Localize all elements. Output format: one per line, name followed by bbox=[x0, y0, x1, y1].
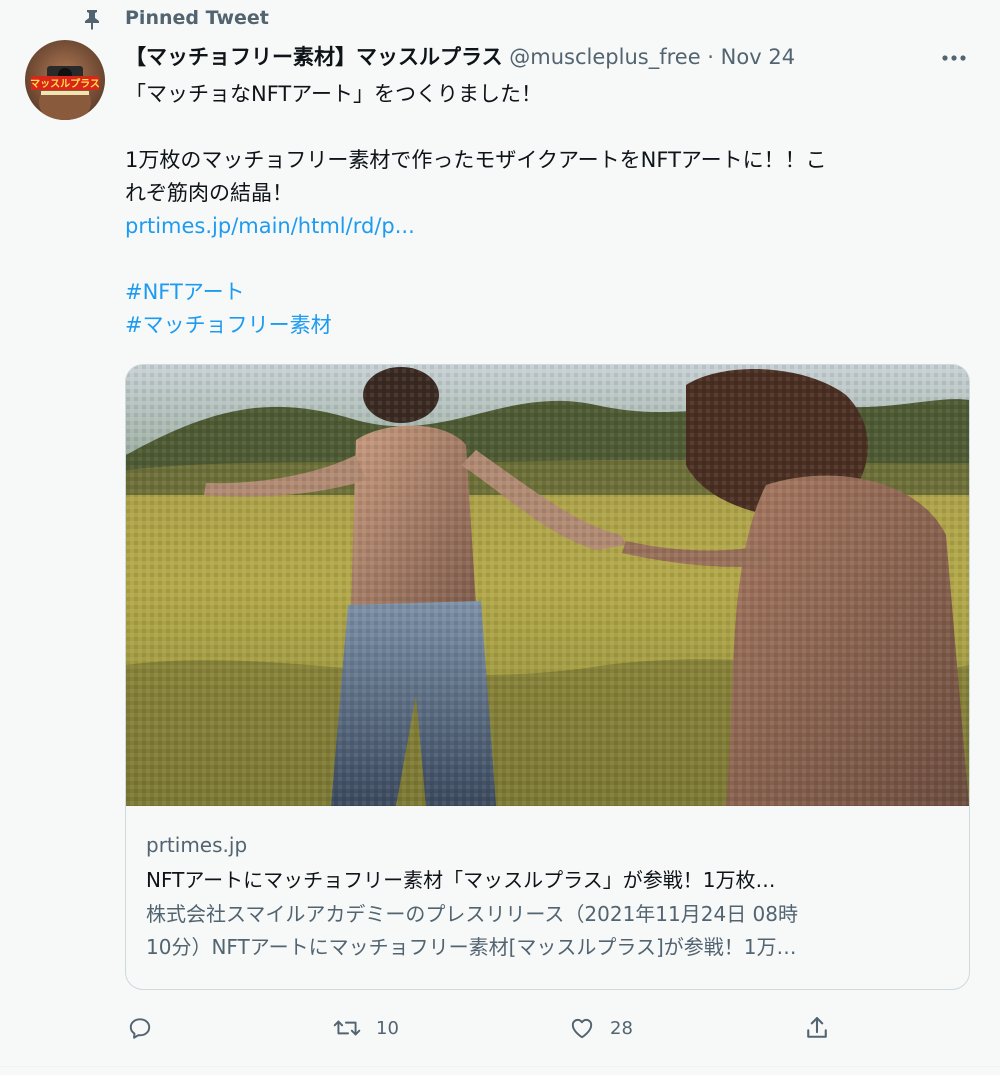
svg-text:マッスルプラス: マッスルプラス bbox=[30, 77, 100, 90]
hashtag-link[interactable]: #NFTアート bbox=[125, 276, 965, 309]
like-icon bbox=[571, 1018, 593, 1039]
tweet-link[interactable]: prtimes.jp/main/html/rd/p... bbox=[125, 210, 965, 243]
more-icon[interactable] bbox=[932, 46, 976, 70]
hashtag-link[interactable]: #マッチョフリー素材 bbox=[125, 309, 965, 342]
retweet-icon bbox=[333, 1020, 361, 1036]
share-button[interactable] bbox=[803, 1008, 831, 1048]
retweet-button[interactable]: 10 bbox=[332, 1008, 399, 1048]
tweet-date[interactable]: Nov 24 bbox=[721, 45, 795, 69]
link-card[interactable]: prtimes.jp NFTアートにマッチョフリー素材「マッスルプラス」が参戦！… bbox=[125, 364, 970, 990]
like-button[interactable]: 28 bbox=[568, 1008, 633, 1048]
pinned-row: Pinned Tweet bbox=[0, 0, 1000, 40]
tweet-text-line: れぞ筋肉の結晶！ bbox=[125, 181, 293, 205]
card-meta: prtimes.jp NFTアートにマッチョフリー素材「マッスルプラス」が参戦！… bbox=[146, 828, 956, 964]
action-bar: 10 28 bbox=[125, 1008, 845, 1048]
card-desc-line: 10分）NFTアートにマッチョフリー素材[マッスルプラス]が参戦！1万… bbox=[146, 935, 797, 959]
user-handle[interactable]: @muscleplus_free bbox=[509, 45, 700, 69]
avatar-image: マッスルプラス bbox=[25, 40, 105, 120]
display-name[interactable]: 【マッチョフリー素材】マッスルプラス bbox=[125, 45, 503, 69]
pin-icon bbox=[85, 10, 99, 30]
card-title: NFTアートにマッチョフリー素材「マッスルプラス」が参戦！1万枚… bbox=[146, 868, 776, 892]
retweet-count: 10 bbox=[376, 1017, 399, 1039]
like-count: 28 bbox=[610, 1017, 633, 1039]
pinned-label: Pinned Tweet bbox=[125, 7, 269, 29]
card-description: 株式会社スマイルアカデミーのプレスリリース（2021年11月24日 08時 10… bbox=[146, 898, 956, 964]
tweet-text: 「マッチョなNFTアート」をつくりました！ 1万枚のマッチョフリー素材で作ったモ… bbox=[125, 78, 965, 342]
tweet-text-line: 「マッチョなNFTアート」をつくりました！ bbox=[125, 82, 542, 106]
divider bbox=[0, 1066, 1000, 1067]
tweet-text-line: 1万枚のマッチョフリー素材で作ったモザイクアートをNFTアートに！！こ bbox=[125, 148, 827, 172]
tweet-header: 【マッチョフリー素材】マッスルプラス @muscleplus_free · No… bbox=[125, 42, 795, 74]
reply-button[interactable] bbox=[127, 1008, 167, 1048]
share-icon bbox=[807, 1017, 827, 1038]
card-image bbox=[126, 365, 969, 806]
card-desc-line: 株式会社スマイルアカデミーのプレスリリース（2021年11月24日 08時 bbox=[146, 902, 799, 926]
avatar[interactable]: マッスルプラス bbox=[25, 40, 105, 120]
reply-icon bbox=[129, 1018, 151, 1039]
separator-dot: · bbox=[707, 45, 714, 69]
card-domain: prtimes.jp bbox=[146, 833, 248, 857]
